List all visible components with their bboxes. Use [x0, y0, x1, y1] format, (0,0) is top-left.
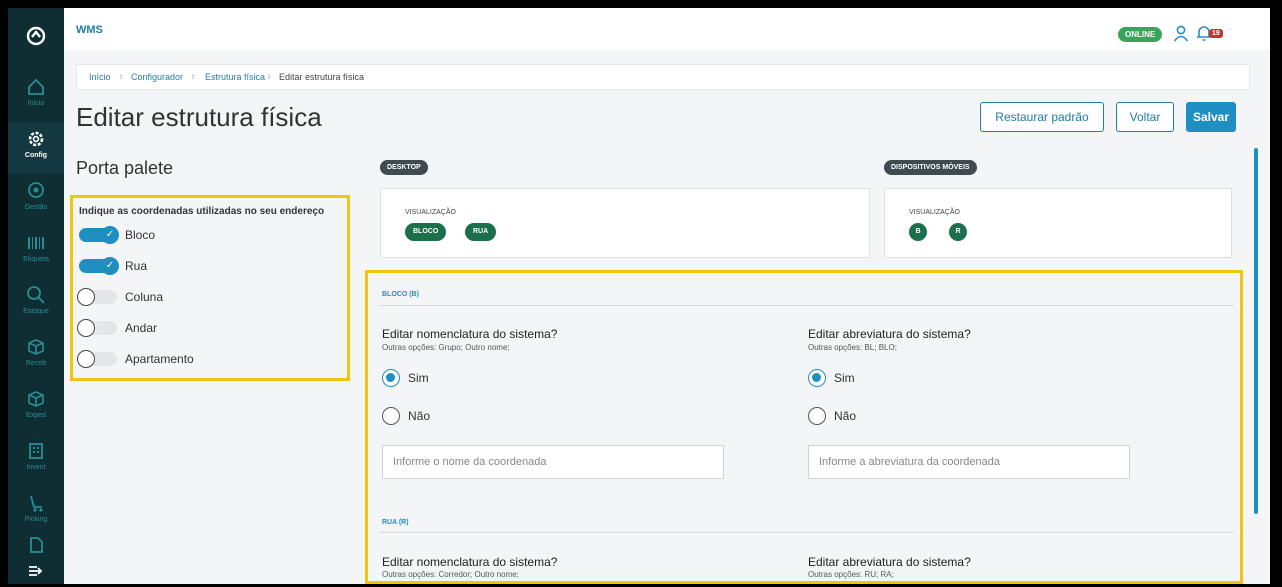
radio-button[interactable] [382, 369, 400, 387]
breadcrumb-item-inicio[interactable]: Início [89, 72, 111, 82]
sidebar-item-label: Config [24, 152, 48, 159]
sidebar: Início Config Gestão Etiqueta Estoque Re… [8, 8, 64, 584]
mobile-preview-card: VISUALIZAÇÃO B R [884, 188, 1232, 258]
sidebar-item-label: Receb [25, 360, 47, 367]
sidebar-item-label: Invent [26, 464, 46, 471]
edit-abbreviation-options: Outras opções: BL; BLO; [808, 343, 897, 352]
edit-name-options: Outras opções: Corredor; Outro nome; [382, 570, 519, 579]
page-scrollbar[interactable] [1254, 148, 1258, 514]
breadcrumb-separator: › [119, 69, 123, 83]
sidebar-item-gestao[interactable]: Gestão [8, 174, 64, 226]
toggle-label: Apartamento [125, 352, 194, 366]
breadcrumb-item-estrutura-fisica[interactable]: Estrutura física [205, 72, 265, 82]
sidebar-item-label: Picking [24, 516, 48, 523]
edit-name-options: Outras opções: Grupo; Outro nome; [382, 343, 510, 352]
coordinate-edit-panel: BLOCO (B) Editar nomenclatura do sistema… [365, 270, 1243, 584]
toggle-switch[interactable] [77, 288, 117, 306]
toggle-label: Andar [125, 321, 158, 335]
breadcrumb-separator: › [267, 69, 271, 83]
divider [380, 532, 1234, 533]
gear-icon [28, 131, 44, 147]
preview-label: VISUALIZAÇÃO [405, 209, 456, 216]
edit-abbreviation-options: Outras opções: RU; RA; [808, 570, 894, 579]
radio-button[interactable] [808, 369, 826, 387]
app-logo-icon[interactable] [8, 26, 64, 51]
sidebar-item-label: Exped [26, 412, 46, 419]
radio-button[interactable] [808, 407, 826, 425]
sidebar-item-etiqueta[interactable]: Etiqueta [8, 226, 64, 278]
radio-button[interactable] [382, 407, 400, 425]
sidebar-item-config[interactable]: Config [8, 122, 64, 174]
coordinate-abbreviation-input[interactable] [808, 445, 1130, 479]
preview-label: VISUALIZAÇÃO [909, 209, 960, 216]
edit-abbreviation-question: Editar abreviatura do sistema? [808, 327, 971, 341]
divider [380, 305, 1234, 306]
breadcrumb-item-configurador[interactable]: Configurador [131, 72, 183, 82]
home-icon [28, 78, 44, 95]
restore-default-button[interactable]: Restaurar padrão [980, 102, 1104, 132]
radio-label: Sim [834, 371, 855, 385]
box-icon [28, 339, 44, 355]
toggle-label: Bloco [125, 228, 156, 242]
sidebar-item-inicio[interactable]: Início [8, 70, 64, 122]
sidebar-document-button[interactable] [8, 528, 64, 554]
toggle-switch[interactable]: ✓ [79, 226, 119, 244]
radio-label: Não [408, 409, 431, 423]
breadcrumb-item-current: Editar estrutura física [279, 72, 365, 82]
block-header-rua: RUA (R) [382, 519, 409, 526]
radio-label: Sim [408, 371, 429, 385]
expand-arrow-icon [29, 566, 43, 576]
hand-cart-icon [30, 495, 43, 512]
preview-pill-rua: RUA [465, 223, 497, 241]
toggle-switch[interactable]: ✓ [79, 257, 119, 275]
toggle-label: Coluna [125, 290, 164, 304]
edit-abbreviation-question: Editar abreviatura do sistema? [808, 555, 971, 569]
sidebar-item-receb[interactable]: Receb [8, 330, 64, 382]
edit-name-question: Editar nomenclatura do sistema? [382, 327, 558, 341]
desktop-chip: DESKTOP [380, 160, 428, 175]
document-icon [30, 537, 43, 553]
coordinates-heading: Indique as coordenadas utilizadas no seu… [79, 206, 325, 217]
coordinate-name-input[interactable] [382, 445, 724, 479]
preview-pill-bloco: BLOCO [405, 223, 447, 241]
desktop-preview-card: VISUALIZAÇÃO BLOCO RUA [380, 188, 870, 258]
sidebar-item-invent[interactable]: Invent [8, 434, 64, 486]
top-bar: WMS ONLINE 19 [64, 8, 1270, 50]
coordinates-panel: Indique as coordenadas utilizadas no seu… [70, 195, 350, 381]
sidebar-item-exped[interactable]: Exped [8, 382, 64, 434]
breadcrumb-separator: › [191, 69, 195, 83]
sidebar-item-label: Gestão [24, 204, 48, 211]
back-button[interactable]: Voltar [1116, 102, 1174, 132]
notification-count-badge: 19 [1209, 29, 1223, 38]
box-icon [28, 391, 44, 407]
save-button[interactable]: Salvar [1186, 102, 1236, 132]
check-icon: ✓ [101, 257, 119, 275]
mobile-chip: DISPOSITIVOS MÓVEIS [884, 160, 977, 175]
preview-dot-r: R [949, 223, 967, 241]
breadcrumb: Início › Configurador › Estrutura física… [76, 64, 1250, 90]
user-icon[interactable] [1172, 24, 1190, 47]
page-title: Editar estrutura física [76, 102, 322, 132]
toggle-switch[interactable] [77, 350, 117, 368]
toggle-switch[interactable] [77, 319, 117, 337]
barcode-icon [28, 237, 44, 249]
app-title: WMS [76, 24, 103, 36]
building-icon [29, 443, 43, 459]
location-pin-icon [28, 182, 44, 198]
block-header-bloco: BLOCO (B) [382, 291, 419, 298]
app-frame: Início Config Gestão Etiqueta Estoque Re… [8, 8, 1270, 584]
sidebar-item-label: Etiqueta [23, 256, 49, 263]
search-icon [27, 286, 45, 304]
sidebar-item-label: Estoque [23, 308, 49, 315]
sidebar-expand-button[interactable] [8, 554, 64, 582]
structure-name: Porta palete [76, 158, 174, 178]
edit-name-question: Editar nomenclatura do sistema? [382, 555, 558, 569]
sidebar-item-label: Início [27, 100, 45, 107]
radio-label: Não [834, 409, 857, 423]
toggle-label: Rua [125, 259, 148, 273]
sidebar-item-estoque[interactable]: Estoque [8, 278, 64, 330]
status-badge: ONLINE [1118, 27, 1163, 42]
preview-dot-b: B [909, 223, 927, 241]
check-icon: ✓ [101, 226, 119, 244]
